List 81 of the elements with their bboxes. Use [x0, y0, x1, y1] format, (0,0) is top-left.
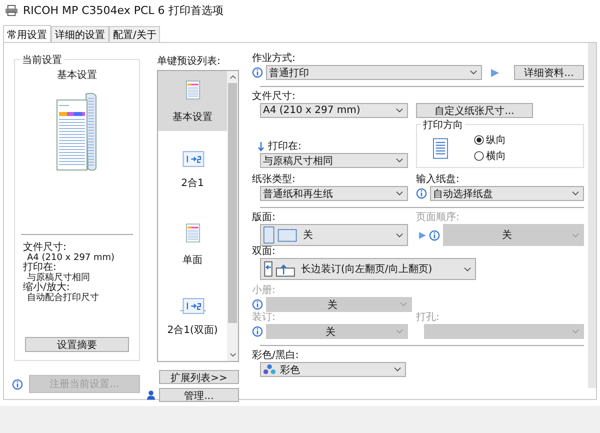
caret-icon	[394, 367, 401, 372]
dropdown[interactable]: 自动选择纸盘	[430, 186, 584, 201]
radio-option[interactable]: 纵向	[474, 133, 506, 147]
play-arrow-icon	[491, 68, 499, 76]
summary-value: 与原稿尺寸相同	[27, 273, 91, 283]
dropdown[interactable]: 关	[260, 224, 408, 246]
caret-icon	[396, 108, 403, 113]
summary-value: 自动配合打印尺寸	[26, 293, 100, 303]
layout-pages-icon	[263, 226, 299, 244]
custom-paper-size-button[interactable]: 自定义纸张尺寸...	[416, 103, 533, 118]
field-label: 版面:	[252, 212, 276, 224]
info-icon[interactable]	[416, 188, 427, 199]
radio-button[interactable]	[474, 135, 484, 145]
field-label: 装订:	[252, 312, 276, 324]
dropdown[interactable]: 普通纸和再生纸	[260, 186, 408, 201]
printer-icon	[5, 4, 18, 16]
preset-item[interactable]: 基本设置	[158, 71, 227, 130]
duplex-pages-icon	[263, 260, 297, 278]
dropdown[interactable]: 长边装订(向左翻页/向上翻页)	[260, 258, 476, 280]
down-arrow-icon	[258, 142, 264, 152]
scroll-down-icon[interactable]	[230, 353, 236, 357]
caret-icon	[572, 232, 579, 238]
caret-icon	[396, 329, 403, 334]
summary-label: 打印在:	[23, 263, 58, 273]
manage-button[interactable]: 管理...	[159, 388, 239, 402]
scrollbar[interactable]	[227, 71, 238, 361]
field-label: 打印在:	[268, 141, 302, 153]
dropdown[interactable]: A4 (210 x 297 mm)	[260, 103, 408, 118]
preset-item[interactable]: 单面	[158, 214, 227, 274]
tab[interactable]: 配置/关于	[109, 26, 160, 42]
tab[interactable]: 详细的设置	[51, 26, 109, 42]
preset-list-title: 单键预设列表:	[157, 56, 222, 68]
details-button[interactable]: 详细资料...	[514, 65, 584, 80]
window-title: RICOH MP C3504ex PCL 6 打印首选项	[23, 2, 224, 18]
caret-icon	[396, 158, 403, 163]
info-icon[interactable]	[12, 378, 23, 390]
field-label: 页面顺序:	[416, 212, 460, 224]
radio-option[interactable]: 横向	[474, 149, 506, 163]
field-label: 文件尺寸:	[252, 91, 296, 103]
play-arrow-icon	[419, 232, 426, 238]
caret-icon	[470, 70, 477, 75]
caret-icon	[572, 329, 579, 334]
preset-item[interactable]: 2合1	[158, 140, 227, 200]
caret-icon	[464, 266, 471, 272]
user-icon	[147, 390, 155, 400]
preset-name: 基本设置	[57, 68, 97, 82]
caret-icon	[396, 232, 403, 238]
info-icon[interactable]	[252, 67, 263, 78]
tab[interactable]: 常用设置	[3, 25, 51, 43]
info-icon[interactable]	[252, 326, 263, 337]
field-label: 打孔:	[416, 312, 440, 324]
color-dots-icon	[263, 364, 276, 375]
caret-icon	[572, 191, 579, 196]
field-label: 彩色/黑白:	[252, 350, 300, 362]
two-in-one-icon	[180, 298, 206, 315]
summary-value: A4 (210 x 297 mm)	[27, 253, 115, 263]
field-label: 作业方式:	[252, 53, 296, 65]
dropdown[interactable]: 彩色	[260, 362, 406, 377]
dropdown[interactable]: 与原稿尺寸相同	[260, 153, 408, 168]
field-label: 双面:	[252, 246, 276, 258]
preset-item[interactable]: 2合1(双面)	[158, 288, 227, 347]
field-label: 纸张类型:	[252, 174, 296, 186]
document-icon	[186, 220, 200, 245]
portrait-page-icon	[433, 138, 448, 158]
caret-icon	[400, 302, 407, 307]
group-title: 当前设置	[20, 53, 64, 67]
field-label: 输入纸盘:	[416, 174, 460, 186]
document-icon	[186, 78, 200, 102]
info-icon[interactable]	[252, 299, 263, 310]
radio-button[interactable]	[474, 151, 484, 161]
scrollbar[interactable]	[588, 43, 596, 388]
field-label: 小册:	[252, 285, 276, 297]
info-icon[interactable]	[429, 230, 440, 240]
caret-icon	[396, 191, 403, 196]
summary-label: 文件尺寸:	[23, 243, 68, 253]
scroll-up-icon[interactable]	[230, 75, 236, 79]
summary-label: 缩小/放大:	[23, 283, 70, 293]
dropdown[interactable]: 普通打印	[266, 65, 482, 80]
expand-list-button[interactable]: 扩展列表>>	[159, 370, 239, 384]
group-title: 打印方向	[421, 118, 465, 132]
settings-summary-button[interactable]: 设置摘要	[25, 337, 129, 352]
